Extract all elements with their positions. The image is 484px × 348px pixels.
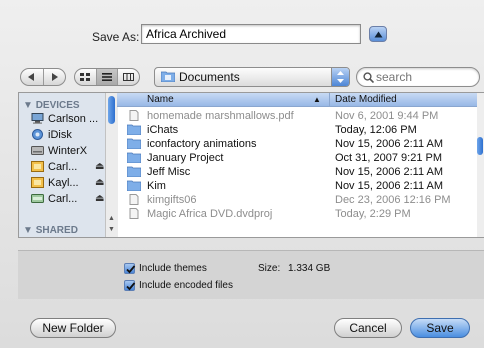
size-label: Size:	[258, 263, 281, 274]
disclosure-down-icon: ▼	[23, 100, 33, 111]
eject-icon[interactable]: ⏏	[95, 193, 104, 204]
column-view-button[interactable]	[117, 69, 139, 85]
file-row[interactable]: Magic Africa DVD.dvdproj Today, 2:29 PM	[117, 207, 477, 221]
back-forward-control	[20, 68, 66, 86]
location-label: Documents	[179, 70, 240, 84]
popup-arrows-icon	[331, 68, 349, 86]
include-themes-label: Include themes	[139, 263, 207, 274]
folder-icon	[127, 138, 141, 149]
checkbox-checked-icon[interactable]	[124, 263, 136, 274]
scroll-down-arrow-icon[interactable]: ▼	[108, 226, 115, 233]
file-row[interactable]: Kim Nov 15, 2006 2:11 AM	[117, 179, 477, 193]
forward-button[interactable]	[42, 69, 66, 85]
save-dialog: Save As: Africa Archived Documents searc…	[0, 0, 484, 348]
save-as-field[interactable]: Africa Archived	[141, 24, 361, 44]
document-icon	[129, 208, 139, 219]
folder-icon	[127, 180, 141, 191]
eject-icon[interactable]: ⏏	[95, 177, 104, 188]
save-as-label: Save As:	[92, 30, 140, 44]
size-value: 1.334 GB	[288, 263, 331, 274]
column-name-header[interactable]: Name	[147, 94, 174, 105]
sidebar-heading-devices[interactable]: ▼ DEVICES	[23, 100, 80, 111]
checkbox-checked-icon[interactable]	[124, 280, 136, 291]
location-popup[interactable]: Documents	[154, 67, 350, 87]
sidebar-scroll-thumb[interactable]	[108, 96, 115, 124]
column-header: Name ▲ Date Modified	[117, 93, 484, 107]
new-folder-button[interactable]: New Folder	[30, 318, 116, 338]
view-mode-control	[74, 68, 140, 86]
sidebar-item-carl-2[interactable]: Carl... ⏏	[31, 192, 109, 208]
document-icon	[129, 194, 139, 205]
file-row[interactable]: kimgifts06 Dec 23, 2006 12:16 PM	[117, 193, 477, 207]
sidebar-item-carl-1[interactable]: Carl... ⏏	[31, 160, 109, 176]
column-date-header[interactable]: Date Modified	[335, 94, 397, 105]
search-input[interactable]	[376, 69, 471, 85]
file-list: Name ▲ Date Modified homemade marshmallo…	[117, 93, 484, 237]
eject-icon[interactable]: ⏏	[95, 161, 104, 172]
back-arrow-icon	[28, 73, 35, 81]
file-browser: ▼ DEVICES Carlson ... iDisk WinterX Carl…	[18, 92, 484, 238]
save-button[interactable]: Save	[410, 318, 470, 338]
search-field[interactable]	[356, 67, 480, 87]
back-button[interactable]	[21, 69, 43, 85]
triangle-up-icon	[374, 31, 383, 38]
documents-folder-icon	[161, 71, 175, 82]
file-row[interactable]: iChats Today, 12:06 PM	[117, 123, 477, 137]
include-encoded-label: Include encoded files	[139, 280, 233, 291]
cancel-button[interactable]: Cancel	[334, 318, 402, 338]
sidebar-heading-shared[interactable]: ▼ SHARED	[23, 225, 78, 236]
file-row[interactable]: January Project Oct 31, 2007 9:21 PM	[117, 151, 477, 165]
options-panel: Include themes Size: 1.334 GB Include en…	[18, 250, 484, 299]
computer-icon	[31, 113, 44, 124]
scroll-up-arrow-icon[interactable]: ▲	[108, 215, 115, 222]
document-icon	[129, 110, 139, 121]
sidebar: ▼ DEVICES Carlson ... iDisk WinterX Carl…	[19, 93, 118, 237]
forward-arrow-icon	[51, 73, 58, 81]
disclosure-down-icon: ▼	[23, 225, 33, 236]
folder-icon	[127, 166, 141, 177]
file-row[interactable]: iconfactory animations Nov 15, 2006 2:11…	[117, 137, 477, 151]
expand-dialog-button[interactable]	[369, 26, 387, 42]
file-list-scroll-thumb[interactable]	[477, 137, 483, 155]
disk-image-icon	[31, 177, 44, 188]
sidebar-item-winterx[interactable]: WinterX	[31, 144, 109, 160]
file-row[interactable]: homemade marshmallows.pdf Nov 6, 2001 9:…	[117, 109, 477, 123]
external-drive-icon	[31, 194, 44, 203]
icon-view-icon	[80, 73, 91, 81]
column-separator[interactable]	[329, 93, 330, 106]
idisk-icon	[32, 129, 43, 140]
file-list-scrollbar[interactable]	[477, 93, 484, 237]
sort-ascending-icon: ▲	[313, 95, 321, 104]
icon-view-button[interactable]	[75, 69, 96, 85]
sidebar-item-idisk[interactable]: iDisk	[31, 128, 109, 144]
list-view-button[interactable]	[95, 69, 118, 85]
hard-drive-icon	[31, 146, 44, 155]
folder-icon	[127, 124, 141, 135]
list-view-icon	[102, 73, 112, 81]
disk-image-icon	[31, 161, 44, 172]
sidebar-item-computer[interactable]: Carlson ...	[31, 112, 109, 128]
search-icon	[363, 72, 374, 83]
folder-icon	[127, 152, 141, 163]
sidebar-item-kayl[interactable]: Kayl... ⏏	[31, 176, 109, 192]
file-row[interactable]: Jeff Misc Nov 15, 2006 2:11 AM	[117, 165, 477, 179]
column-view-icon	[123, 73, 135, 81]
